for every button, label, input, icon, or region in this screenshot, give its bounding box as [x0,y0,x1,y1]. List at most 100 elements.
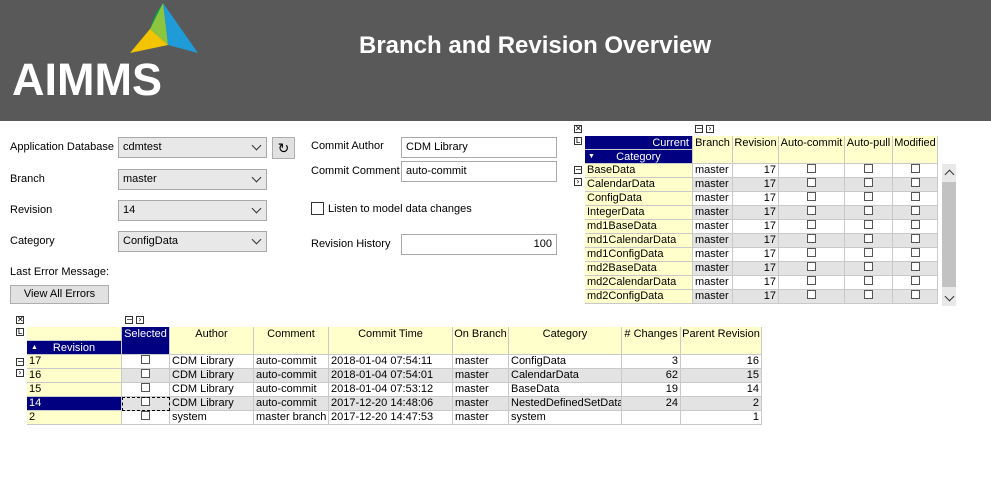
revision-header[interactable]: ▲ Revision [27,341,122,355]
table-cell-rev[interactable]: 14 [27,397,122,411]
table-checkbox-cell[interactable] [779,248,845,262]
table-checkbox-cell[interactable] [845,164,893,178]
checkbox[interactable] [807,220,816,229]
table-checkbox-cell[interactable] [779,192,845,206]
branch-select[interactable]: master [118,169,267,190]
table-checkbox-cell[interactable] [845,206,893,220]
table-cell-name[interactable]: md2BaseData [585,262,693,276]
checkbox[interactable] [864,290,873,299]
table-cell-name[interactable]: IntegerData [585,206,693,220]
selected-checkbox-cell[interactable] [122,383,170,397]
table-checkbox-cell[interactable] [779,290,845,304]
selected-checkbox-cell[interactable] [122,411,170,425]
table-cell-rev[interactable]: 15 [27,383,122,397]
checkbox[interactable] [864,220,873,229]
checkbox[interactable] [807,276,816,285]
table-checkbox-cell[interactable] [845,276,893,290]
checkbox[interactable] [910,206,920,215]
checkbox[interactable] [807,164,816,173]
table-cell-name[interactable]: md2ConfigData [585,290,693,304]
row-dim-icon[interactable]: L [16,328,24,336]
checkbox[interactable] [141,383,150,392]
selected-checkbox-cell[interactable] [122,369,170,383]
checkbox[interactable] [864,248,873,257]
expand-rows-icon[interactable]: › [574,178,582,186]
table-checkbox-cell[interactable] [845,248,893,262]
table-checkbox-cell[interactable] [893,220,938,234]
row-dim-icon[interactable]: L [574,137,582,145]
table-checkbox-cell[interactable] [845,290,893,304]
table-cell-name[interactable]: md1CalendarData [585,234,693,248]
checkbox[interactable] [807,178,816,187]
table-checkbox-cell[interactable] [779,220,845,234]
selected-checkbox-cell[interactable] [122,397,170,411]
table-checkbox-cell[interactable] [779,262,845,276]
table-checkbox-cell[interactable] [893,234,938,248]
checkbox[interactable] [807,262,816,271]
table-checkbox-cell[interactable] [893,262,938,276]
table-cell-rev[interactable]: 17 [27,355,122,369]
checkbox[interactable] [864,164,873,173]
table-checkbox-cell[interactable] [893,206,938,220]
view-all-errors-button[interactable]: View All Errors [10,285,109,304]
checkbox[interactable] [807,290,816,299]
table-checkbox-cell[interactable] [779,178,845,192]
checkbox[interactable] [864,234,873,243]
table-cell-name[interactable]: ConfigData [585,192,693,206]
commit-author-input[interactable]: CDM Library [401,137,557,158]
checkbox[interactable] [910,178,920,187]
checkbox[interactable] [910,192,920,201]
checkbox[interactable] [864,276,873,285]
table-cell-name[interactable]: md1BaseData [585,220,693,234]
table-cell-name[interactable]: BaseData [585,164,693,178]
checkbox[interactable] [910,220,920,229]
collapse-icon[interactable]: − [695,125,703,133]
checkbox[interactable] [910,276,920,285]
table-checkbox-cell[interactable] [893,192,938,206]
table-checkbox-cell[interactable] [893,290,938,304]
checkbox[interactable] [807,248,816,257]
checkbox[interactable] [864,262,873,271]
category-header[interactable]: ▼ Category [585,150,693,164]
table-checkbox-cell[interactable] [779,164,845,178]
selected-checkbox-cell[interactable] [122,355,170,369]
table-checkbox-cell[interactable] [779,276,845,290]
checkbox[interactable] [910,248,920,257]
table-checkbox-cell[interactable] [779,206,845,220]
table-checkbox-cell[interactable] [845,262,893,276]
checkbox[interactable] [141,369,150,378]
table-checkbox-cell[interactable] [893,164,938,178]
collapse-icon[interactable]: − [125,316,133,324]
table-cell-rev[interactable]: 16 [27,369,122,383]
checkbox[interactable] [864,192,873,201]
collapse-rows-icon[interactable]: − [574,166,582,174]
checkbox[interactable] [910,234,920,243]
category-select[interactable]: ConfigData [118,231,267,252]
table-cell-rev[interactable]: 2 [27,411,122,425]
collapse-rows-icon[interactable]: − [16,358,24,366]
table-cell-name[interactable]: md1ConfigData [585,248,693,262]
checkbox[interactable] [864,178,873,187]
table-options-icon[interactable]: ✕ [16,316,24,324]
table-checkbox-cell[interactable] [845,234,893,248]
table-checkbox-cell[interactable] [845,220,893,234]
checkbox[interactable] [910,164,920,173]
expand-icon[interactable]: › [136,316,144,324]
table-cell-name[interactable]: CalendarData [585,178,693,192]
listen-checkbox[interactable] [311,202,324,215]
revision-select[interactable]: 14 [118,200,267,221]
scrollbar-thumb[interactable] [942,182,956,287]
checkbox[interactable] [910,290,920,299]
table-checkbox-cell[interactable] [845,192,893,206]
checkbox[interactable] [141,355,150,364]
table-checkbox-cell[interactable] [845,178,893,192]
refresh-button[interactable]: ↻ [272,137,295,159]
checkbox[interactable] [910,262,920,271]
table-checkbox-cell[interactable] [893,276,938,290]
checkbox[interactable] [807,192,816,201]
checkbox[interactable] [141,411,150,420]
table-checkbox-cell[interactable] [893,248,938,262]
commit-comment-input[interactable]: auto-commit [401,161,557,182]
checkbox[interactable] [807,206,816,215]
table-checkbox-cell[interactable] [779,234,845,248]
